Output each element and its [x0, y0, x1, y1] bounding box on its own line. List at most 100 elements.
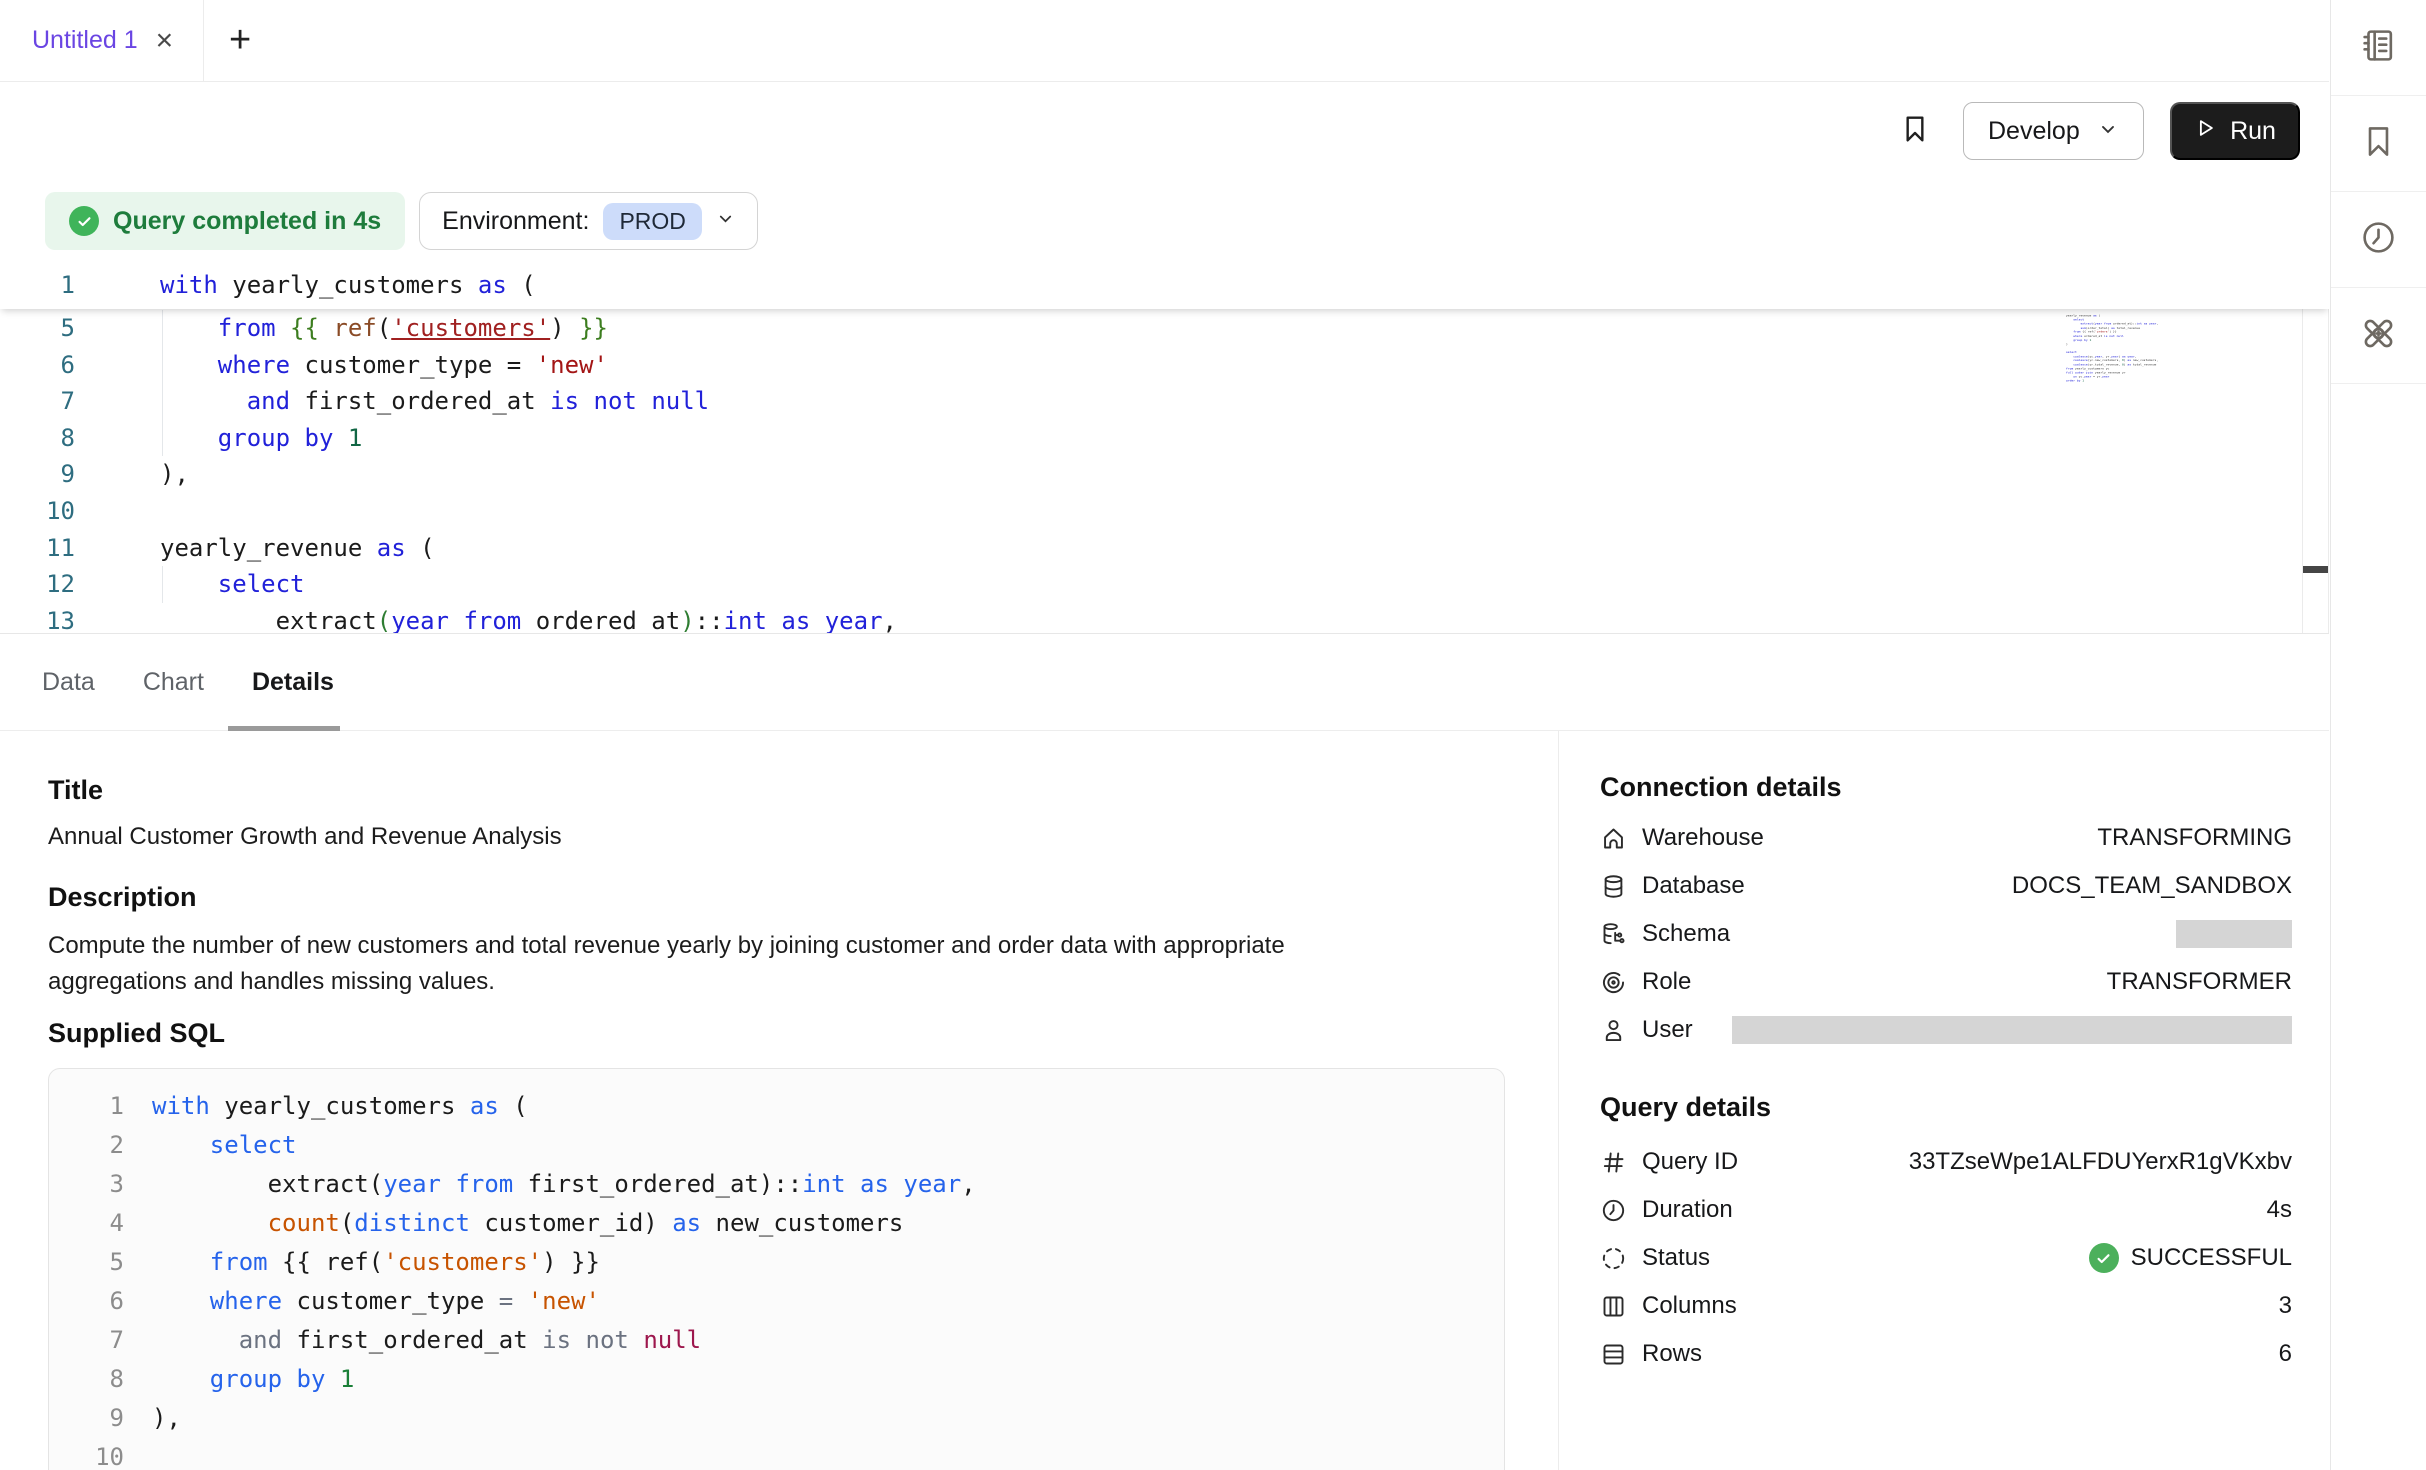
editor-line[interactable]: 9), — [0, 456, 2329, 493]
code-token — [160, 424, 218, 452]
detail-value — [2176, 920, 2292, 948]
connection-row-user: User — [1600, 1006, 2292, 1054]
line-number: 11 — [0, 530, 75, 567]
chevron-down-icon — [716, 209, 735, 233]
code-token: and — [239, 1326, 282, 1354]
tab-untitled-1[interactable]: Untitled 1 × — [0, 0, 204, 81]
detail-value — [1732, 1016, 2292, 1044]
code-token: ), — [152, 1404, 181, 1432]
detail-value: SUCCESSFUL — [2089, 1243, 2292, 1273]
history-panel-button[interactable] — [2331, 192, 2426, 288]
code-token: year — [903, 1170, 961, 1198]
redacted-value — [2176, 920, 2292, 948]
code-token — [319, 314, 333, 342]
editor-line[interactable]: 5 from {{ ref('customers') }} — [0, 310, 2329, 347]
supplied-sql-line: 2 select — [49, 1126, 1504, 1165]
code-line: with yearly_customers as ( — [75, 262, 536, 309]
editor-line[interactable]: 7 and first_ordered_at is not null — [0, 383, 2329, 420]
code-line: extract(year from ordered_at)::int as ye… — [75, 603, 897, 634]
indent-guide — [162, 383, 163, 420]
code-token: group — [210, 1365, 282, 1393]
code-token: ( — [340, 1209, 354, 1237]
details-panel: Title Annual Customer Growth and Revenue… — [0, 731, 2329, 1470]
editor-line[interactable]: 12 select — [0, 566, 2329, 603]
right-icon-rail — [2330, 0, 2426, 1470]
results-tabbar: Data Chart Details — [0, 635, 2329, 731]
code-line: with yearly_customers as ( — [124, 1087, 528, 1126]
assist-panel-button[interactable] — [2331, 288, 2426, 384]
code-token: int — [802, 1170, 845, 1198]
code-token: first_ordered_at — [282, 1326, 542, 1354]
code-token — [441, 1170, 455, 1198]
editor-line[interactable]: 6 where customer_type = 'new' — [0, 347, 2329, 384]
code-line: ), — [75, 456, 189, 493]
status-row: Query completed in 4s Environment: PROD — [45, 192, 758, 250]
supplied-sql-line: 3 extract(year from first_ordered_at)::i… — [49, 1165, 1504, 1204]
code-token: 'new' — [528, 1287, 600, 1315]
detail-value-text: 33TZseWpe1ALFDUYerxR1gVKxbv — [1909, 1148, 2292, 1176]
sql-code-editor[interactable]: 5 from {{ ref('customers') }}6 where cus… — [0, 262, 2329, 634]
detail-value: TRANSFORMER — [2107, 968, 2292, 996]
notebook-panel-button[interactable] — [2331, 0, 2426, 96]
query-row-query-id: Query ID33TZseWpe1ALFDUYerxR1gVKxbv — [1600, 1138, 2292, 1186]
run-button[interactable]: Run — [2170, 102, 2300, 160]
code-token: select — [210, 1131, 297, 1159]
code-line: group by 1 — [124, 1360, 354, 1399]
editor-tabstrip: Untitled 1 × + — [0, 0, 2329, 82]
connection-row-warehouse: WarehouseTRANSFORMING — [1600, 814, 2292, 862]
editor-lines: 5 from {{ ref('customers') }}6 where cus… — [0, 310, 2329, 634]
code-token — [152, 1365, 210, 1393]
editor-line[interactable]: 10 — [0, 493, 2329, 530]
editor-line[interactable]: 8 group by 1 — [0, 420, 2329, 457]
editor-line[interactable]: 13 extract(year from ordered_at)::int as… — [0, 603, 2329, 634]
line-number: 5 — [0, 310, 75, 347]
new-tab-button[interactable]: + — [204, 0, 276, 81]
code-line — [75, 493, 160, 530]
detail-value-text: 6 — [2279, 1340, 2292, 1368]
line-number: 6 — [0, 347, 75, 384]
tab-data[interactable]: Data — [42, 668, 95, 697]
code-line: yearly_revenue as ( — [75, 530, 435, 567]
close-tab-icon[interactable]: × — [156, 26, 174, 56]
code-token: null — [651, 387, 709, 415]
code-token: from — [218, 314, 276, 342]
bookmark-query-button[interactable] — [1893, 109, 1937, 153]
detail-value-text: 3 — [2279, 1292, 2292, 1320]
editor-line[interactable]: 11yearly_revenue as ( — [0, 530, 2329, 567]
code-token — [282, 1365, 296, 1393]
code-token: first_ordered_at — [290, 387, 550, 415]
code-token: year — [391, 607, 449, 634]
develop-dropdown-button[interactable]: Develop — [1963, 102, 2144, 160]
role-icon — [1600, 969, 1627, 996]
code-token: select — [218, 570, 305, 598]
environment-label: Environment: — [442, 207, 589, 236]
supplied-sql-line: 5 from {{ ref('customers') }} — [49, 1243, 1504, 1282]
code-token: ( — [507, 271, 536, 299]
code-token: , — [961, 1170, 975, 1198]
code-token: not — [594, 387, 637, 415]
code-token: 1 — [340, 1365, 354, 1393]
description-value: Compute the number of new customers and … — [48, 928, 1393, 1000]
detail-value: DOCS_TEAM_SANDBOX — [2012, 872, 2292, 900]
environment-value-badge: PROD — [603, 203, 701, 240]
code-token: customer_id) — [470, 1209, 672, 1237]
query-status-message: Query completed in 4s — [113, 207, 381, 236]
code-token: with — [160, 271, 218, 299]
detail-label: Schema — [1642, 920, 1730, 948]
tab-chart[interactable]: Chart — [143, 668, 204, 697]
code-line: select — [75, 566, 305, 603]
line-number: 8 — [0, 420, 75, 457]
code-token — [152, 1131, 210, 1159]
code-line: select — [124, 1126, 297, 1165]
bookmarks-panel-button[interactable] — [2331, 96, 2426, 192]
line-number: 4 — [49, 1204, 124, 1243]
code-token: yearly_revenue — [160, 534, 377, 562]
detail-value: 6 — [2279, 1340, 2292, 1368]
code-token: 1 — [348, 424, 362, 452]
environment-selector[interactable]: Environment: PROD — [419, 192, 758, 250]
tab-details[interactable]: Details — [252, 668, 334, 697]
code-token: ), — [160, 460, 189, 488]
code-token: by — [297, 1365, 326, 1393]
code-token — [152, 1287, 210, 1315]
connection-row-schema: Schema — [1600, 910, 2292, 958]
